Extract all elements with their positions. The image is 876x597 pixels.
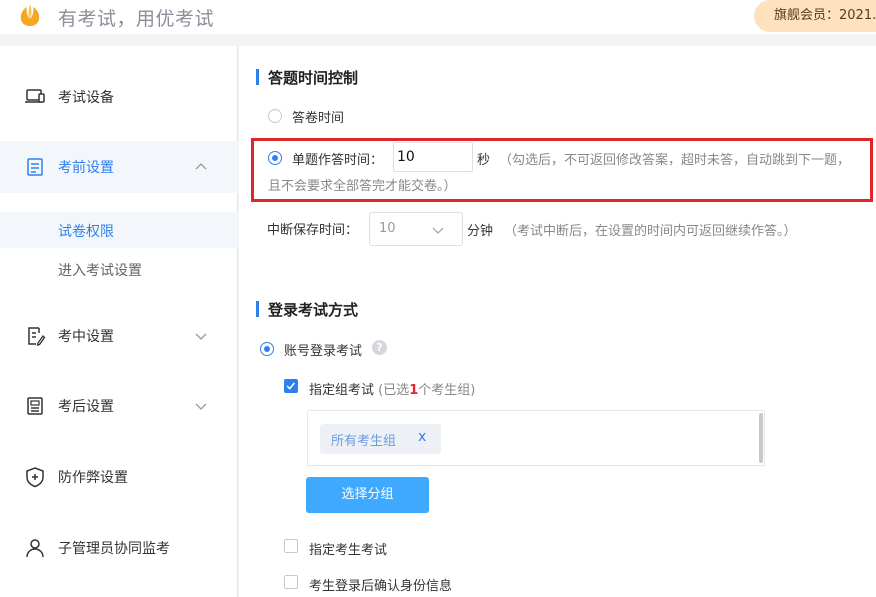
checkbox-assign-examinee[interactable] — [284, 539, 298, 553]
selected-groups-box: 所有考生组 x — [307, 410, 765, 466]
chevron-down-icon — [195, 403, 207, 410]
sidebar-item-sub-admin[interactable]: 子管理员协同监考 — [0, 522, 238, 574]
sidebar-item-anti-cheat[interactable]: 防作弊设置 — [0, 451, 238, 503]
chevron-up-icon — [195, 163, 207, 170]
sidebar-item-post-exam[interactable]: 考后设置 — [0, 380, 238, 432]
break-save-time-unit: 分钟 — [467, 224, 494, 239]
group-tag: 所有考生组 x — [320, 424, 441, 454]
assign-group-text: 指定组考试 — [309, 383, 375, 398]
break-save-time-value: 10 — [379, 221, 396, 236]
laptop-icon — [25, 89, 45, 103]
chevron-down-icon — [195, 333, 207, 340]
user-icon — [26, 539, 44, 558]
main-content: 答题时间控制 答卷时间 单题作答时间： 秒 （勾选后，不可返回修改答案，超时未答… — [239, 46, 876, 597]
document-icon — [27, 158, 43, 176]
break-save-time-hint: （考试中断后，在设置的时间内可返回继续作答。） — [504, 224, 797, 239]
sidebar-subitem-label: 试卷权限 — [58, 224, 114, 240]
group-selected-prefix: (已选 — [378, 383, 410, 398]
sidebar-item-label: 考中设置 — [58, 329, 114, 345]
sidebar-item-label: 子管理员协同监考 — [58, 541, 170, 557]
radio-paper-time[interactable] — [268, 109, 282, 123]
single-time-hint-line2: 且不会要求全部答完才能交卷。） — [268, 179, 457, 194]
sidebar-subitem-paper-permission[interactable]: 试卷权限 — [0, 212, 238, 248]
assign-examinee-label: 指定考生考试 — [309, 543, 388, 558]
radio-single-question-time[interactable] — [268, 151, 282, 165]
break-save-time-label: 中断保存时间： — [267, 223, 359, 238]
single-question-time-input[interactable] — [393, 142, 473, 172]
chevron-down-icon — [432, 227, 444, 234]
checkbox-assign-group[interactable] — [284, 379, 298, 393]
sidebar-item-label: 考试设备 — [58, 90, 114, 106]
group-selected-suffix: 个考生组) — [418, 383, 476, 398]
sidebar-item-pre-exam[interactable]: 考前设置 — [0, 141, 238, 193]
check-icon — [286, 382, 296, 390]
select-group-button[interactable]: 选择分组 — [306, 477, 429, 513]
sidebar: 考试设备 考前设置 试卷权限 进入考试设置 考中设置 考后设置 防作弊设置 子管… — [0, 46, 238, 597]
option-account-login-label: 账号登录考试 — [284, 344, 363, 359]
group-selected-count: 1 — [409, 383, 419, 398]
option-single-question-time-label: 单题作答时间： — [292, 153, 384, 168]
radio-account-login[interactable] — [260, 342, 274, 356]
sidebar-item-label: 防作弊设置 — [58, 470, 128, 486]
assign-group-label: 指定组考试 (已选1个考生组) — [309, 379, 475, 398]
sidebar-item-label: 考前设置 — [58, 160, 114, 176]
top-header: 有考试，用优考试 旗舰会员：2021. — [0, 0, 876, 34]
shield-icon — [26, 467, 44, 488]
sidebar-subitem-label: 进入考试设置 — [58, 263, 142, 279]
sidebar-item-label: 考后设置 — [58, 399, 114, 415]
single-time-hint-line1: （勾选后，不可返回修改答案，超时未答，自动跳到下一题， — [499, 153, 851, 168]
logo-icon — [20, 4, 40, 26]
remove-tag-button[interactable]: x — [418, 429, 426, 445]
group-tag-label: 所有考生组 — [331, 434, 397, 449]
single-time-unit: 秒 — [477, 153, 491, 168]
sidebar-subitem-enter-settings[interactable]: 进入考试设置 — [0, 251, 238, 287]
option-paper-time-label: 答卷时间 — [292, 111, 345, 126]
confirm-identity-label: 考生登录后确认身份信息 — [309, 579, 453, 594]
score-sheet-icon — [27, 397, 43, 415]
sidebar-item-in-exam[interactable]: 考中设置 — [0, 310, 238, 362]
slogan: 有考试，用优考试 — [58, 8, 215, 30]
edit-document-icon — [28, 327, 46, 346]
member-badge[interactable]: 旗舰会员：2021. — [754, 0, 876, 32]
checkbox-confirm-identity[interactable] — [284, 575, 298, 589]
sidebar-item-devices[interactable]: 考试设备 — [0, 71, 238, 123]
section-title-login-method: 登录考试方式 — [256, 299, 358, 320]
scrollbar[interactable] — [759, 413, 763, 463]
break-save-time-select[interactable]: 10 — [369, 212, 463, 246]
section-title-time-control: 答题时间控制 — [256, 67, 358, 88]
help-icon[interactable]: ? — [372, 340, 387, 355]
